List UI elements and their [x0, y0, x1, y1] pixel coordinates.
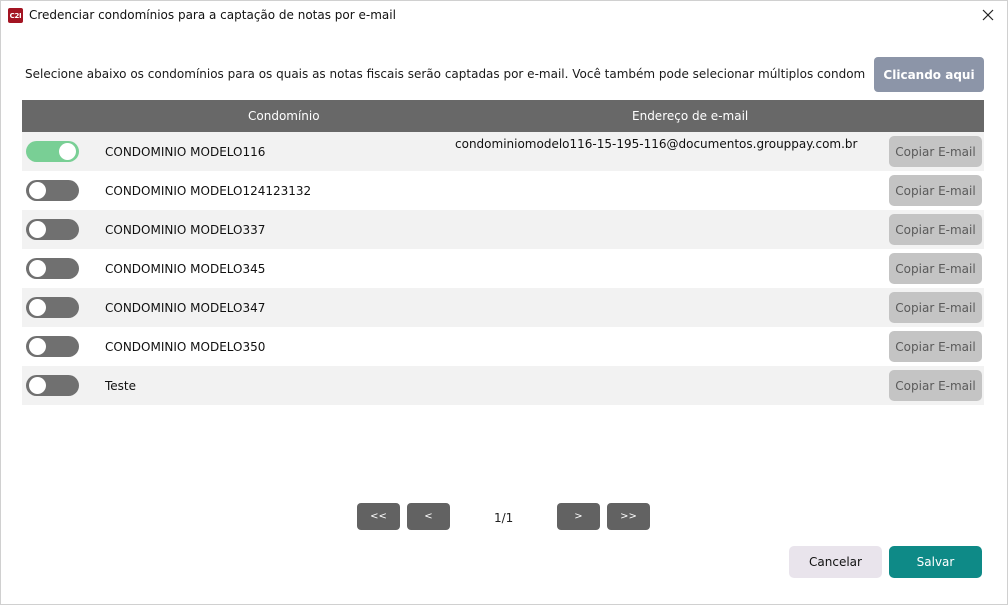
- copy-email-button[interactable]: Copiar E-mail: [889, 136, 982, 167]
- column-header-condominio: Condomínio: [248, 109, 320, 123]
- enable-toggle[interactable]: [26, 375, 79, 396]
- window-title: Credenciar condomínios para a captação d…: [29, 8, 396, 22]
- enable-toggle[interactable]: [26, 297, 79, 318]
- copy-email-button[interactable]: Copiar E-mail: [889, 253, 982, 284]
- toggle-knob: [29, 299, 46, 316]
- table-header: Condomínio Endereço de e-mail: [22, 100, 984, 132]
- table-row: CONDOMINIO MODELO337 Copiar E-mail: [22, 210, 984, 249]
- table-row: CONDOMINIO MODELO347 Copiar E-mail: [22, 288, 984, 327]
- enable-toggle[interactable]: [26, 336, 79, 357]
- save-button[interactable]: Salvar: [889, 546, 982, 578]
- condominio-name: CONDOMINIO MODELO124123132: [105, 184, 312, 198]
- copy-email-button[interactable]: Copiar E-mail: [889, 331, 982, 362]
- enable-toggle[interactable]: [26, 141, 79, 162]
- copy-email-button[interactable]: Copiar E-mail: [889, 370, 982, 401]
- copy-email-button[interactable]: Copiar E-mail: [889, 292, 982, 323]
- toggle-knob: [29, 182, 46, 199]
- column-header-email: Endereço de e-mail: [632, 109, 749, 123]
- enable-toggle[interactable]: [26, 258, 79, 279]
- close-button[interactable]: [975, 3, 1001, 27]
- condominio-name: CONDOMINIO MODELO337: [105, 223, 266, 237]
- table-row: CONDOMINIO MODELO350 Copiar E-mail: [22, 327, 984, 366]
- toggle-knob: [29, 338, 46, 355]
- dialog-window: C2I Credenciar condomínios para a captaç…: [0, 0, 1008, 605]
- condominio-name: CONDOMINIO MODELO345: [105, 262, 266, 276]
- last-page-button[interactable]: >>: [607, 503, 650, 530]
- select-multiple-button[interactable]: Clicando aqui: [874, 57, 984, 92]
- first-page-button[interactable]: <<: [357, 503, 400, 530]
- condominio-name: CONDOMINIO MODELO350: [105, 340, 266, 354]
- toggle-knob: [29, 260, 46, 277]
- enable-toggle[interactable]: [26, 180, 79, 201]
- page-indicator: 1/1: [494, 511, 514, 525]
- condominio-name: CONDOMINIO MODELO347: [105, 301, 266, 315]
- email-address: condominiomodelo116-15-195-116@documento…: [455, 137, 858, 151]
- copy-email-button[interactable]: Copiar E-mail: [889, 175, 982, 206]
- cancel-button[interactable]: Cancelar: [789, 546, 882, 578]
- copy-email-button[interactable]: Copiar E-mail: [889, 214, 982, 245]
- table-row: CONDOMINIO MODELO116 condominiomodelo116-…: [22, 132, 984, 171]
- table-row: CONDOMINIO MODELO124123132 Copiar E-mail: [22, 171, 984, 210]
- instruction-text: Selecione abaixo os condomínios para os …: [25, 67, 865, 81]
- prev-page-button[interactable]: <: [407, 503, 450, 530]
- toggle-knob: [29, 377, 46, 394]
- title-bar: C2I Credenciar condomínios para a captaç…: [1, 1, 1007, 31]
- app-logo-icon: C2I: [8, 8, 23, 23]
- next-page-button[interactable]: >: [557, 503, 600, 530]
- toggle-knob: [59, 143, 76, 160]
- close-icon: [982, 9, 994, 21]
- table-body: CONDOMINIO MODELO116 condominiomodelo116-…: [22, 132, 984, 405]
- table-row: CONDOMINIO MODELO345 Copiar E-mail: [22, 249, 984, 288]
- enable-toggle[interactable]: [26, 219, 79, 240]
- table-row: Teste Copiar E-mail: [22, 366, 984, 405]
- condominio-name: Teste: [105, 379, 137, 393]
- toggle-knob: [29, 221, 46, 238]
- condominios-table: Condomínio Endereço de e-mail CONDOMINIO…: [22, 100, 984, 405]
- condominio-name: CONDOMINIO MODELO116: [105, 145, 266, 159]
